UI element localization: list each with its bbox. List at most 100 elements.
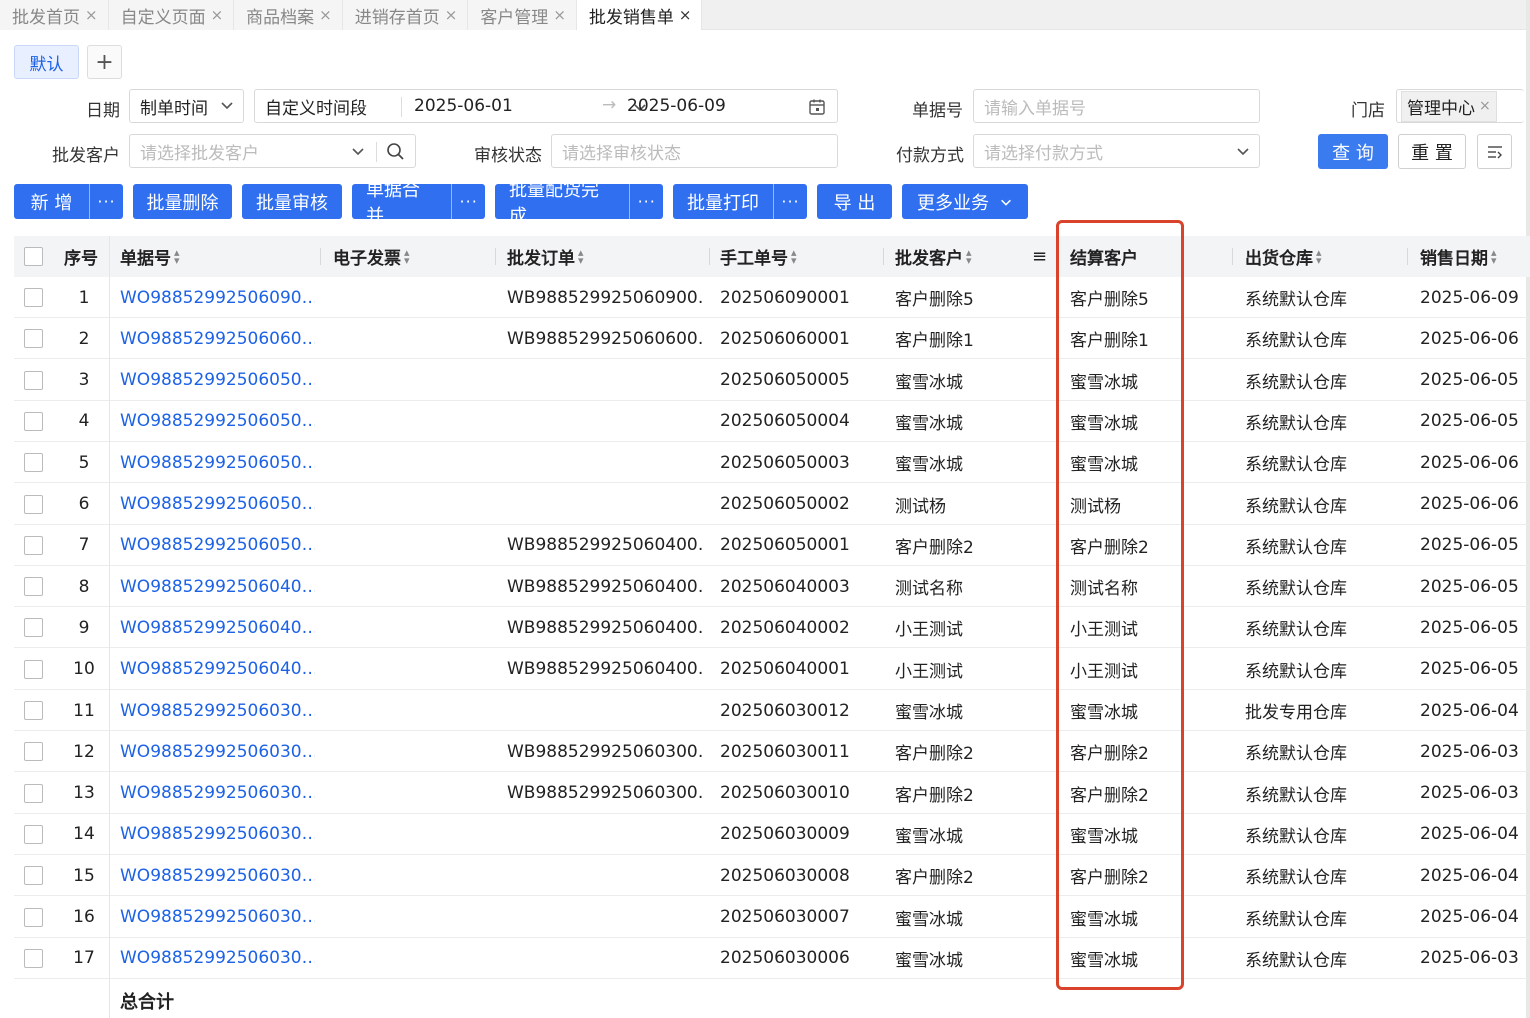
date-start-input[interactable]: 2025-06-01 [414, 96, 513, 116]
row-checkbox[interactable] [24, 370, 43, 390]
batch-print-more-icon[interactable]: ··· [773, 184, 807, 219]
merge-button[interactable]: 单据合并 [352, 176, 451, 228]
tab-0[interactable]: 批发首页 × [0, 0, 109, 30]
cell-doc-no[interactable]: WO98852992506030… [120, 855, 315, 896]
cell-doc-no[interactable]: WO98852992506040… [120, 566, 315, 607]
row-checkbox[interactable] [24, 659, 43, 679]
row-checkbox[interactable] [24, 494, 43, 514]
close-icon[interactable]: × [1479, 98, 1491, 114]
column-divider[interactable] [709, 248, 710, 265]
close-icon[interactable]: × [553, 6, 566, 24]
header-sale-date[interactable]: 销售日期 ▴ ▾ [1420, 236, 1497, 277]
cell-doc-no[interactable]: WO98852992506030… [120, 897, 315, 938]
batch-print-button-group[interactable]: 批量打印 ··· [673, 184, 807, 219]
table-row[interactable]: 15 WO98852992506030… 202506030008 客户删除2 客户删除… [14, 855, 1530, 897]
row-checkbox[interactable] [24, 701, 43, 720]
row-checkbox[interactable] [24, 411, 43, 431]
header-manual-no[interactable]: 手工单号 ▴ ▾ [720, 236, 797, 277]
batch-audit-button[interactable]: 批量审核 [242, 184, 342, 219]
cell-doc-no[interactable]: WO98852992506040… [120, 607, 315, 648]
table-row[interactable]: 5 WO98852992506050… 202506050003 蜜雪冰城 蜜雪冰城 系统… [14, 442, 1530, 484]
cell-doc-no[interactable]: WO98852992506030… [120, 690, 315, 731]
customer-select[interactable]: 请选择批发客户 [129, 134, 416, 168]
search-icon[interactable] [386, 142, 405, 161]
batch-allocate-button-group[interactable]: 批量配货完成 ··· [495, 180, 663, 227]
row-checkbox[interactable] [24, 288, 43, 307]
column-divider[interactable] [1407, 248, 1408, 265]
row-checkbox[interactable] [24, 742, 43, 762]
cell-doc-no[interactable]: WO98852992506060… [120, 318, 315, 359]
collapse-filter-button[interactable] [1477, 134, 1512, 169]
select-all-checkbox[interactable] [24, 247, 43, 266]
header-warehouse[interactable]: 出货仓库 ▴ ▾ [1245, 236, 1322, 277]
calendar-icon[interactable] [808, 98, 826, 116]
column-divider[interactable] [883, 248, 884, 265]
column-menu-icon[interactable]: ≡ [1032, 236, 1047, 277]
date-range-picker[interactable]: 自定义时间段 2025-06-01 → 2025-06-09 [254, 89, 838, 123]
row-checkbox[interactable] [24, 453, 43, 473]
payment-select[interactable]: 请选择付款方式 [973, 134, 1260, 168]
header-invoice[interactable]: 电子发票 ▴ ▾ [333, 236, 410, 277]
cell-doc-no[interactable]: WO98852992506030… [120, 814, 315, 855]
cell-doc-no[interactable]: WO98852992506030… [120, 938, 315, 979]
cell-doc-no[interactable]: WO98852992506050… [120, 484, 315, 525]
table-row[interactable]: 3 WO98852992506050… 202506050005 蜜雪冰城 蜜雪冰城 系统… [14, 360, 1530, 401]
header-customer[interactable]: 批发客户 ▴ ▾ [895, 236, 972, 277]
table-row[interactable]: 9 WO98852992506040… WB988529925060400… 2025… [14, 607, 1530, 649]
header-order[interactable]: 批发订单 ▴ ▾ [507, 236, 584, 277]
batch-allocate-button[interactable]: 批量配货完成 [495, 176, 629, 228]
add-more-icon[interactable]: ··· [89, 184, 123, 219]
tab-5[interactable]: 批发销售单 × [576, 0, 703, 30]
cell-doc-no[interactable]: WO98852992506050… [120, 401, 315, 442]
merge-more-icon[interactable]: ··· [451, 184, 485, 219]
table-row[interactable]: 17 WO98852992506030… 202506030006 蜜雪冰城 蜜雪冰城系… [14, 938, 1530, 979]
cell-doc-no[interactable]: WO98852992506030… [120, 731, 315, 772]
column-divider[interactable] [1232, 248, 1233, 265]
view-default-button[interactable]: 默认 [14, 45, 79, 79]
sort-icon[interactable]: ▴ ▾ [1491, 247, 1497, 266]
sort-icon[interactable]: ▴ ▾ [1316, 247, 1322, 266]
table-row[interactable]: 12 WO98852992506030… WB988529925060300… 202… [14, 731, 1530, 773]
query-button[interactable]: 查 询 [1318, 134, 1388, 169]
row-checkbox[interactable] [24, 824, 43, 844]
table-row[interactable]: 10 WO98852992506040… WB988529925060400… 202… [14, 649, 1530, 690]
close-icon[interactable]: × [679, 6, 692, 24]
table-row[interactable]: 13 WO98852992506030… WB988529925060300… 202… [14, 773, 1530, 814]
batch-allocate-more-icon[interactable]: ··· [629, 184, 663, 219]
doc-no-input[interactable]: 请输入单据号 [973, 89, 1260, 123]
cell-doc-no[interactable]: WO98852992506050… [120, 360, 315, 401]
tab-1[interactable]: 自定义页面 × [108, 0, 235, 30]
sort-icon[interactable]: ▴ ▾ [404, 247, 410, 266]
close-icon[interactable]: × [85, 6, 98, 24]
row-checkbox[interactable] [24, 618, 43, 638]
row-checkbox[interactable] [24, 535, 43, 555]
column-divider[interactable] [320, 248, 321, 265]
header-doc-no[interactable]: 单据号 ▴ ▾ [120, 236, 180, 277]
row-checkbox[interactable] [24, 329, 43, 349]
table-row[interactable]: 11 WO98852992506030… 202506030012 蜜雪冰城 蜜雪冰城批… [14, 690, 1530, 731]
batch-delete-button[interactable]: 批量删除 [133, 184, 232, 219]
reset-button[interactable]: 重 置 [1398, 134, 1466, 169]
close-icon[interactable]: × [445, 6, 458, 24]
row-checkbox[interactable] [24, 577, 43, 597]
date-type-select[interactable]: 制单时间 [129, 89, 244, 123]
tab-2[interactable]: 商品档案 × [234, 0, 343, 30]
cell-doc-no[interactable]: WO98852992506050… [120, 525, 315, 566]
sort-icon[interactable]: ▴ ▾ [791, 247, 797, 266]
table-row[interactable]: 2 WO98852992506060… WB988529925060600… 2025… [14, 318, 1530, 360]
cell-doc-no[interactable]: WO98852992506040… [120, 649, 315, 690]
add-button-group[interactable]: 新 增 ··· [14, 184, 123, 219]
cell-doc-no[interactable]: WO98852992506090… [120, 277, 315, 318]
close-icon[interactable]: × [211, 6, 224, 24]
table-row[interactable]: 16 WO98852992506030… 202506030007 蜜雪冰城 蜜雪冰城系… [14, 897, 1530, 938]
row-checkbox[interactable] [24, 866, 43, 886]
column-divider[interactable] [495, 248, 496, 265]
table-row[interactable]: 14 WO98852992506030… 202506030009 蜜雪冰城 蜜雪冰城系… [14, 814, 1530, 855]
table-row[interactable]: 7 WO98852992506050… WB988529925060400… 2025… [14, 525, 1530, 566]
cell-doc-no[interactable]: WO98852992506030… [120, 773, 315, 814]
date-end-input[interactable]: 2025-06-09 [627, 96, 726, 116]
tab-4[interactable]: 客户管理 × [468, 0, 577, 30]
close-icon[interactable]: × [319, 6, 332, 24]
export-button[interactable]: 导 出 [817, 184, 892, 219]
row-checkbox[interactable] [24, 948, 43, 968]
